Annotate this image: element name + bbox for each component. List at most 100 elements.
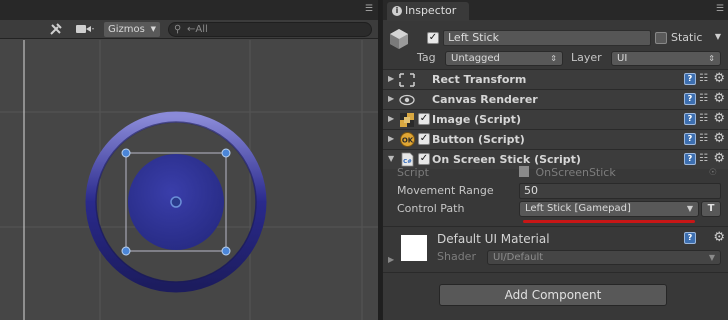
gizmos-dropdown[interactable]: Gizmos ▼ xyxy=(104,22,160,37)
component-button[interactable]: ▶ OK ✓ Button (Script) ? ☷ ⚙ xyxy=(383,129,728,149)
gear-icon[interactable]: ⚙ xyxy=(713,91,725,107)
preset-icon[interactable]: ☷ xyxy=(699,133,709,145)
foldout-arrow-icon[interactable]: ▶ xyxy=(388,134,394,143)
component-title: Rect Transform xyxy=(432,73,527,86)
rect-handle-bottom-left[interactable] xyxy=(121,246,131,256)
component-title: Canvas Renderer xyxy=(432,93,538,106)
rect-handle-bottom-right[interactable] xyxy=(221,246,231,256)
scene-canvas[interactable] xyxy=(0,40,378,320)
script-object-field: OnScreenStick ☉ xyxy=(519,165,719,181)
help-book-icon[interactable]: ? xyxy=(684,153,696,165)
button-ok-icon: OK xyxy=(399,132,415,147)
gear-icon[interactable]: ⚙ xyxy=(713,230,725,246)
static-dropdown-icon[interactable]: ▼ xyxy=(715,32,721,41)
gear-icon[interactable]: ⚙ xyxy=(713,71,725,87)
text-mode-toggle-button[interactable]: T xyxy=(701,201,721,217)
script-file-icon xyxy=(519,166,529,177)
gear-icon[interactable]: ⚙ xyxy=(713,111,725,127)
foldout-arrow-icon[interactable]: ▶ xyxy=(388,114,394,123)
scene-tab-menu-icon[interactable]: ☰ xyxy=(365,4,373,14)
highlight-underline xyxy=(523,220,695,223)
chevron-updown-icon: ⇕ xyxy=(708,54,715,63)
movement-range-input[interactable]: 50 xyxy=(519,183,721,199)
scene-tab-bar: ☰ xyxy=(0,0,378,20)
shader-label: Shader xyxy=(437,250,476,263)
tab-inspector[interactable]: i Inspector xyxy=(387,2,469,21)
inspector-tab-label: Inspector xyxy=(405,4,457,17)
component-enabled-checkbox[interactable]: ✓ xyxy=(418,153,430,165)
component-title: Image (Script) xyxy=(432,113,521,126)
tag-dropdown[interactable]: Untagged ⇕ xyxy=(445,51,563,66)
control-path-dropdown[interactable]: Left Stick [Gamepad] ▼ xyxy=(519,201,699,217)
chevron-down-icon: ▼ xyxy=(686,204,693,213)
tools-icon[interactable] xyxy=(48,21,64,37)
rect-handle-top-right[interactable] xyxy=(221,148,231,158)
object-picker-icon: ☉ xyxy=(708,168,717,178)
help-book-icon[interactable]: ? xyxy=(684,93,696,105)
tag-label: Tag xyxy=(417,51,436,64)
chevron-down-icon: ▼ xyxy=(150,25,156,33)
help-book-icon[interactable]: ? xyxy=(684,232,696,244)
foldout-arrow-icon[interactable]: ▶ xyxy=(388,255,394,264)
inspector-tab-menu-icon[interactable]: ☰ xyxy=(716,4,724,14)
scene-viewport[interactable] xyxy=(0,40,378,320)
script-label: Script xyxy=(397,166,429,179)
foldout-arrow-icon[interactable]: ▶ xyxy=(388,94,394,103)
section-divider xyxy=(383,272,728,273)
static-label: Static xyxy=(671,31,703,44)
gameobject-cube-icon xyxy=(389,28,409,53)
component-rect-transform[interactable]: ▶ Rect Transform ? ☷ ⚙ xyxy=(383,69,728,89)
info-icon: i xyxy=(392,6,402,16)
gameobject-active-checkbox[interactable]: ✓ xyxy=(427,32,439,44)
inspector-panel: i Inspector ☰ ✓ Left Stick Static ▼ Tag … xyxy=(382,0,728,320)
camera-icon[interactable] xyxy=(74,21,96,37)
rect-handle-top-left[interactable] xyxy=(121,148,131,158)
scene-search-placeholder: ←All xyxy=(187,24,208,35)
inspector-tab-bar: i Inspector ☰ xyxy=(383,0,728,21)
gizmos-label: Gizmos xyxy=(108,24,145,35)
layer-label: Layer xyxy=(571,51,602,64)
component-title: Button (Script) xyxy=(432,133,525,146)
component-image[interactable]: ▶ ✓ Image (Script) ? ☷ ⚙ xyxy=(383,109,728,129)
gameobject-name-field[interactable]: Left Stick xyxy=(443,30,651,46)
foldout-expanded-arrow-icon[interactable]: ▼ xyxy=(388,154,394,163)
pivot-handle[interactable] xyxy=(170,196,182,208)
rect-transform-icon xyxy=(399,72,415,87)
component-enabled-checkbox[interactable]: ✓ xyxy=(418,133,430,145)
layer-dropdown[interactable]: UI ⇕ xyxy=(611,51,721,66)
tag-value: Untagged xyxy=(451,53,500,64)
scene-toolbar: Gizmos ▼ ⚲ ←All xyxy=(0,20,378,39)
component-enabled-checkbox[interactable]: ✓ xyxy=(418,113,430,125)
scene-search-input[interactable]: ⚲ ←All xyxy=(168,22,372,37)
preset-icon[interactable]: ☷ xyxy=(699,93,709,105)
preset-icon[interactable]: ☷ xyxy=(699,153,709,165)
layer-value: UI xyxy=(617,53,628,64)
add-component-button[interactable]: Add Component xyxy=(439,284,667,306)
chevron-updown-icon: ⇕ xyxy=(550,54,557,63)
script-value: OnScreenStick xyxy=(535,166,616,179)
on-screen-stick-properties: Script OnScreenStick ☉ Movement Range 50… xyxy=(383,166,728,224)
preset-icon[interactable]: ☷ xyxy=(699,113,709,125)
shader-value: UI/Default xyxy=(493,252,544,263)
image-icon xyxy=(399,112,415,127)
eye-icon xyxy=(399,92,415,107)
foldout-arrow-icon[interactable]: ▶ xyxy=(388,74,394,83)
material-section: Default UI Material ▶ Shader UI/Default … xyxy=(383,226,728,270)
gear-icon[interactable]: ⚙ xyxy=(713,131,725,147)
svg-text:OK: OK xyxy=(401,137,413,145)
static-checkbox[interactable] xyxy=(655,32,667,44)
control-path-label: Control Path xyxy=(397,202,465,215)
chevron-down-icon: ▼ xyxy=(708,253,715,262)
help-book-icon[interactable]: ? xyxy=(684,113,696,125)
control-path-value: Left Stick [Gamepad] xyxy=(525,203,631,214)
scene-panel: ☰ Gizmos ▼ ⚲ ←All xyxy=(0,0,378,320)
movement-range-label: Movement Range xyxy=(397,184,494,197)
shader-dropdown[interactable]: UI/Default ▼ xyxy=(487,250,721,265)
preset-icon[interactable]: ☷ xyxy=(699,73,709,85)
gameobject-header: ✓ Left Stick Static ▼ Tag Untagged ⇕ Lay… xyxy=(383,24,728,70)
material-preview-swatch xyxy=(401,235,427,261)
help-book-icon[interactable]: ? xyxy=(684,133,696,145)
component-canvas-renderer[interactable]: ▶ Canvas Renderer ? ☷ ⚙ xyxy=(383,89,728,109)
material-name: Default UI Material xyxy=(437,232,550,246)
help-book-icon[interactable]: ? xyxy=(684,73,696,85)
